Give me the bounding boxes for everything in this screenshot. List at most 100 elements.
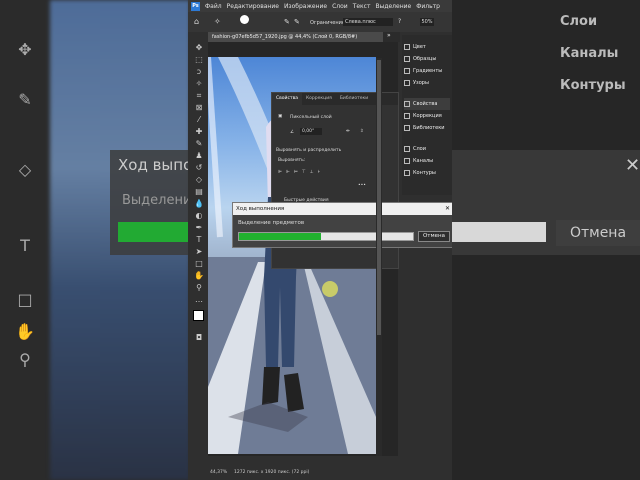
brush-size-icon[interactable] xyxy=(240,15,249,24)
doc-size-status[interactable]: 1272 пикс. x 1920 пикс. (72 ppi) xyxy=(234,470,309,475)
eyedropper-icon[interactable]: ⁄ xyxy=(192,114,206,125)
panel-adjustments[interactable]: Коррекция xyxy=(404,110,442,122)
bg-dialog-text: Выделени xyxy=(122,193,192,208)
layers-icon xyxy=(404,146,410,152)
panel-libraries[interactable]: Библиотеки xyxy=(404,122,445,134)
dodge-tool-icon[interactable]: ◐ xyxy=(192,210,206,221)
panel-swatches[interactable]: Образцы xyxy=(404,53,436,65)
bg-zoom-icon: ⚲ xyxy=(19,350,31,369)
tab-adjustments[interactable]: Коррекция xyxy=(302,93,336,105)
close-icon[interactable]: ✕ xyxy=(445,203,450,215)
panel-patterns[interactable]: Узоры xyxy=(404,77,429,89)
angle-icon: ∠ xyxy=(290,130,295,135)
pen-tool-icon[interactable]: ✒ xyxy=(192,222,206,233)
panel-color[interactable]: Цвет xyxy=(404,41,426,53)
add-icon[interactable]: ✎ xyxy=(294,18,300,26)
foreground-color-icon[interactable] xyxy=(193,310,204,321)
constraint-select[interactable]: Слева.плюс xyxy=(343,18,393,26)
tab-properties[interactable]: Свойства xyxy=(272,93,302,105)
zoom-select[interactable]: 50% xyxy=(420,18,434,26)
history-brush-icon[interactable]: ↺ xyxy=(192,162,206,173)
panel-gradients[interactable]: Градиенты xyxy=(404,65,442,77)
menu-edit[interactable]: Редактирование xyxy=(227,3,279,10)
menu-file[interactable]: Файл xyxy=(205,3,222,10)
hand-tool-icon[interactable]: ✋ xyxy=(192,270,206,281)
path-select-icon[interactable]: ➤ xyxy=(192,246,206,257)
eraser-tool-icon[interactable]: ◇ xyxy=(192,174,206,185)
crop-tool-icon[interactable]: ⌗ xyxy=(192,90,206,101)
swatches-icon xyxy=(404,56,410,62)
panel-channels-label: Каналы xyxy=(413,158,434,164)
move-tool-icon[interactable]: ✥ xyxy=(192,42,206,53)
blur-tool-icon[interactable]: 💧 xyxy=(192,198,206,209)
document-tabs: fashion-g07efb5d57_1920.jpg @ 44,4% (Сло… xyxy=(208,32,400,42)
paths-icon xyxy=(404,170,410,176)
more-icon[interactable]: ••• xyxy=(358,183,366,188)
tab-arrows-icon[interactable]: » xyxy=(387,32,391,39)
flip-horizontal-icon[interactable]: ⇹ xyxy=(346,129,350,134)
rectangle-tool-icon[interactable]: □ xyxy=(192,258,206,269)
quick-selection-icon[interactable]: ✧ xyxy=(214,17,221,26)
brush-tool-icon[interactable]: ✎ xyxy=(192,138,206,149)
help-icon[interactable]: ? xyxy=(398,18,401,25)
panel-properties-label: Свойства xyxy=(413,101,438,107)
scrollbar-thumb[interactable] xyxy=(377,60,381,335)
bg-panel-paths: Контуры xyxy=(560,78,626,93)
bg-eraser-icon: ◇ xyxy=(18,160,32,179)
align-section-title[interactable]: Выровнять и распределить xyxy=(276,148,341,153)
menu-image[interactable]: Изображение xyxy=(284,3,327,10)
stamp-tool-icon[interactable]: ♟ xyxy=(192,150,206,161)
properties-icon xyxy=(404,101,410,107)
flip-vertical-icon[interactable]: ⇳ xyxy=(360,129,364,134)
bg-cancel-button: Отмена xyxy=(556,220,640,246)
bg-rect-icon: □ xyxy=(17,290,33,309)
panel-channels[interactable]: Каналы xyxy=(404,155,433,167)
menu-layers[interactable]: Слои xyxy=(332,3,348,10)
layer-type-label: Пиксельный слой xyxy=(290,115,332,120)
dialog-title: Ход выполнения xyxy=(233,203,452,215)
subtract-icon[interactable]: ✎ xyxy=(284,18,290,26)
zoom-status[interactable]: 44,37% xyxy=(210,470,227,475)
panel-patterns-label: Узоры xyxy=(413,80,429,86)
gradient-tool-icon[interactable]: ▤ xyxy=(192,186,206,197)
panel-layers[interactable]: Слои xyxy=(404,143,426,155)
panel-layers-label: Слои xyxy=(413,146,426,152)
panel-properties[interactable]: Свойства xyxy=(404,98,450,110)
marquee-tool-icon[interactable]: ⬚ xyxy=(192,54,206,65)
bg-panel-channels: Каналы xyxy=(560,46,619,61)
cancel-button[interactable]: Отмена xyxy=(418,231,450,242)
lasso-tool-icon[interactable]: ↄ xyxy=(192,66,206,77)
constraint-label: Ограничение: xyxy=(310,20,347,26)
panel-libraries-label: Библиотеки xyxy=(413,125,445,131)
angle-input[interactable]: 0,00° xyxy=(300,128,322,135)
menu-filter[interactable]: Фильтр xyxy=(416,3,440,10)
bg-brush-icon: ✎ xyxy=(18,90,32,109)
tab-libraries[interactable]: Библиотеки xyxy=(336,93,372,105)
home-icon[interactable]: ⌂ xyxy=(194,17,199,26)
panel-paths[interactable]: Контуры xyxy=(404,167,436,179)
menu-select[interactable]: Выделение xyxy=(375,3,411,10)
menu-bar: Ps Файл Редактирование Изображение Слои … xyxy=(188,0,452,12)
progress-fill xyxy=(239,233,321,240)
text-tool-icon[interactable]: T xyxy=(192,234,206,245)
zoom-tool-icon[interactable]: ⚲ xyxy=(192,282,206,293)
document-tab[interactable]: fashion-g07efb5d57_1920.jpg @ 44,4% (Сло… xyxy=(208,32,383,42)
adjustments-icon xyxy=(404,113,410,119)
bg-move-icon: ✥ xyxy=(18,40,32,59)
bg-close-icon: ✕ xyxy=(625,155,640,176)
photoshop-logo: Ps xyxy=(191,1,200,11)
patterns-icon xyxy=(404,80,410,86)
frame-tool-icon[interactable]: ⊠ xyxy=(192,102,206,113)
more-tools-icon[interactable]: … xyxy=(192,294,206,305)
menu-text[interactable]: Текст xyxy=(353,3,371,10)
tools-panel: ✥ ⬚ ↄ ✧ ⌗ ⊠ ⁄ ✚ ✎ ♟ ↺ ◇ ▤ 💧 ◐ ✒ T ➤ □ ✋ … xyxy=(192,42,208,343)
healing-icon[interactable]: ✚ xyxy=(192,126,206,137)
color-icon xyxy=(404,44,410,50)
align-buttons-icon[interactable]: ⊫⊩⊨⊤⊥⊦ xyxy=(278,170,324,175)
panel-swatches-label: Образцы xyxy=(413,56,437,62)
quick-mask-icon[interactable]: ◘ xyxy=(192,332,206,343)
object-selection-icon[interactable]: ✧ xyxy=(192,78,206,89)
layer-type-icon: ▣ xyxy=(278,114,283,119)
channels-icon xyxy=(404,158,410,164)
bg-panel-layers: Слои xyxy=(560,14,598,29)
